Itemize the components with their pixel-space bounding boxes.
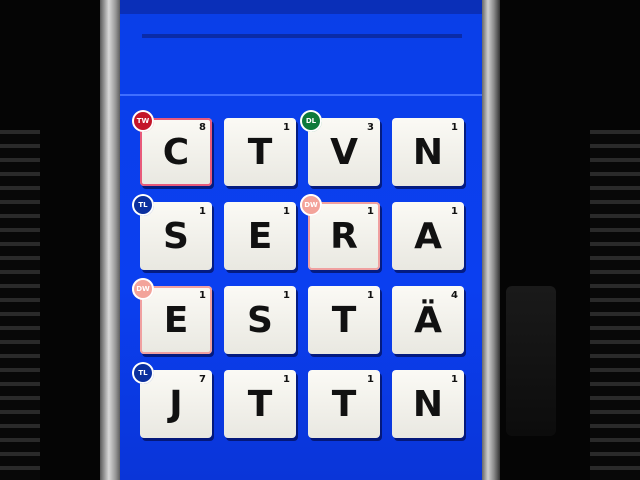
- bonus-badge: DL: [300, 110, 322, 132]
- background-stripes-right: [590, 130, 640, 480]
- background-stripes-left: [0, 130, 40, 480]
- tile-points: 1: [451, 374, 458, 385]
- tile-points: 1: [367, 206, 374, 217]
- letter-tile[interactable]: T1: [224, 370, 296, 438]
- bonus-badge: TL: [132, 194, 154, 216]
- tile-points: 1: [199, 290, 206, 301]
- tile-points: 1: [367, 374, 374, 385]
- letter-board: C 8 TW T 1 V 3 DL N 1 S 1 TL E 1 R 1 DW A 1 E 1 DW S 1 T 1 Ä 4 J 7 TL T 1…: [120, 0, 482, 480]
- tile-points: 1: [283, 290, 290, 301]
- tile-points: 1: [283, 122, 290, 133]
- letter-tile[interactable]: E1: [224, 202, 296, 270]
- bonus-badge: DW: [300, 194, 322, 216]
- game-screen: C 8 TW T 1 V 3 DL N 1 S 1 TL E 1 R 1 DW A 1 E 1 DW S 1 T 1 Ä 4 J 7 TL T 1…: [120, 0, 482, 480]
- letter-tile[interactable]: Ä4: [392, 286, 464, 354]
- letter-tile[interactable]: N1: [392, 118, 464, 186]
- tile-points: 1: [451, 122, 458, 133]
- background-device: [506, 286, 556, 436]
- tile-points: 1: [283, 206, 290, 217]
- tile-points: 1: [199, 206, 206, 217]
- letter-tile[interactable]: A1: [392, 202, 464, 270]
- tile-points: 4: [451, 290, 458, 301]
- letter-tile[interactable]: T1: [308, 370, 380, 438]
- letter-tile[interactable]: S1: [224, 286, 296, 354]
- tile-points: 3: [367, 122, 374, 133]
- phone-bezel-left: [100, 0, 122, 480]
- bonus-badge: TW: [132, 110, 154, 132]
- bonus-badge: DW: [132, 278, 154, 300]
- letter-tile[interactable]: T1: [224, 118, 296, 186]
- tile-points: 1: [367, 290, 374, 301]
- letter-tile[interactable]: T1: [308, 286, 380, 354]
- tile-points: 1: [283, 374, 290, 385]
- phone-bezel-right: [480, 0, 500, 480]
- letter-tile[interactable]: N1: [392, 370, 464, 438]
- tile-points: 1: [451, 206, 458, 217]
- tile-points: 8: [199, 122, 206, 133]
- tile-points: 7: [199, 374, 206, 385]
- bonus-badge: TL: [132, 362, 154, 384]
